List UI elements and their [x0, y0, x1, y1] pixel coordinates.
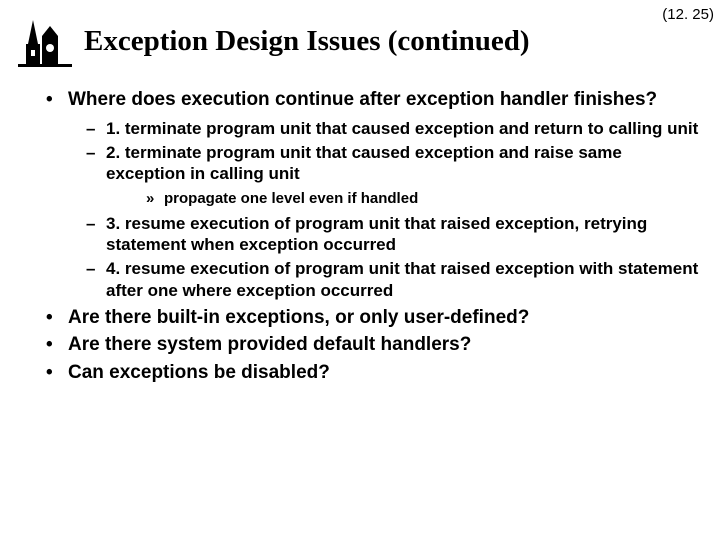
- bullet-item: Can exceptions be disabled?: [46, 361, 700, 385]
- bullet-text: Are there built-in exceptions, or only u…: [68, 307, 529, 328]
- sub-bullet-item: – 2. terminate program unit that caused …: [68, 142, 700, 209]
- page-number: (12. 25): [662, 6, 714, 23]
- sub-bullet-text: 4. resume execution of program unit that…: [106, 259, 698, 300]
- subsub-bullet-item: » propagate one level even if handled: [106, 189, 700, 209]
- slide-content: Where does execution continue after exce…: [0, 68, 720, 385]
- raquo-icon: »: [146, 189, 154, 209]
- dash-icon: –: [86, 258, 95, 280]
- subsub-bullet-text: propagate one level even if handled: [164, 190, 418, 207]
- bullet-item: Are there system provided default handle…: [46, 333, 700, 357]
- bullet-item: Are there built-in exceptions, or only u…: [46, 306, 700, 330]
- sub-bullet-item: – 4. resume execution of program unit th…: [68, 258, 700, 302]
- bullet-text: Where does execution continue after exce…: [68, 89, 657, 110]
- bullet-text: Are there system provided default handle…: [68, 334, 471, 355]
- bullet-text: Can exceptions be disabled?: [68, 362, 330, 383]
- slide-header: Exception Design Issues (continued): [0, 0, 720, 68]
- sub-bullet-item: – 1. terminate program unit that caused …: [68, 118, 700, 140]
- slide-title: Exception Design Issues (continued): [84, 25, 530, 58]
- dash-icon: –: [86, 118, 95, 140]
- building-logo-icon: [18, 14, 72, 68]
- sub-bullet-text: 2. terminate program unit that caused ex…: [106, 143, 622, 184]
- sub-bullet-item: – 3. resume execution of program unit th…: [68, 213, 700, 257]
- sub-bullet-text: 3. resume execution of program unit that…: [106, 214, 647, 255]
- dash-icon: –: [86, 142, 95, 164]
- sub-bullet-text: 1. terminate program unit that caused ex…: [106, 119, 698, 138]
- bullet-item: Where does execution continue after exce…: [46, 88, 700, 302]
- dash-icon: –: [86, 213, 95, 235]
